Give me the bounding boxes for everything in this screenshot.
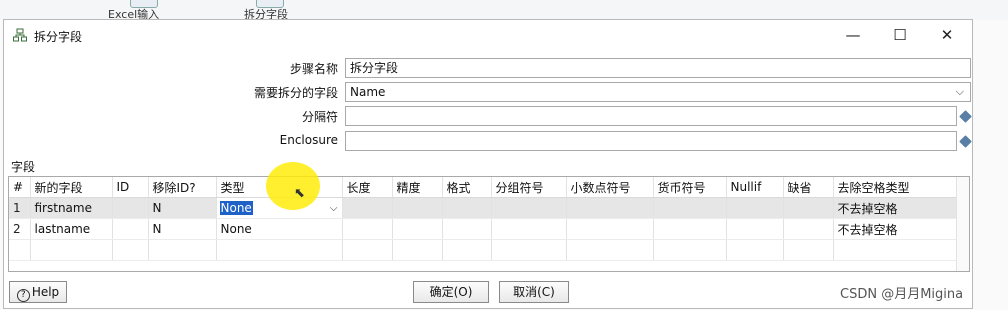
step-name-input[interactable]: 拆分字段 [345,58,971,78]
vertical-scrollbar[interactable] [956,177,969,271]
help-button-label: Help [31,285,60,299]
title-bar: 拆分字段 — ☐ ✕ [4,20,972,50]
remove-id-cell[interactable]: N [148,197,217,219]
precision-cell[interactable] [392,197,443,219]
enclosure-input[interactable] [345,131,957,151]
row-number[interactable]: 1 [9,197,31,219]
format-cell[interactable] [442,218,492,240]
id-cell[interactable] [112,218,149,240]
nullif-cell[interactable] [726,218,784,240]
column-header-format[interactable]: 格式 [442,177,492,198]
column-header-remove-id[interactable]: 移除ID? [148,177,217,198]
id-cell[interactable] [112,197,149,219]
table-header-row: # 新的字段 ID 移除ID? 类型 长度 精度 格式 分组符号 小数点符号 货… [9,177,958,198]
table-row[interactable]: 1 firstname N None ⌵ 不去掉空格 [9,197,958,219]
column-header-decimal-symbol[interactable]: 小数点符号 [566,177,654,198]
type-cell[interactable]: None [216,218,343,240]
maximize-button[interactable]: ☐ [877,22,923,48]
variable-icon[interactable] [959,110,972,123]
new-field-cell[interactable]: lastname [30,218,113,240]
decimal-cell[interactable] [566,197,654,219]
remove-id-cell[interactable]: N [148,218,217,240]
type-selected-value[interactable]: None [219,201,253,215]
column-header-new-field[interactable]: 新的字段 [30,177,113,198]
mouse-pointer-icon: ⬉ [294,186,305,201]
split-field-dialog: 拆分字段 — ☐ ✕ 步骤名称 拆分字段 需要拆分的字段 Name ⌵ 分隔符 … [3,19,973,309]
delimiter-input[interactable] [345,106,957,126]
column-header-nullif[interactable]: Nullif [726,177,784,198]
fields-section-label: 字段 [11,160,36,174]
variable-icon[interactable] [959,135,972,148]
column-header-id[interactable]: ID [112,177,149,198]
dialog-title: 拆分字段 [34,30,83,44]
chevron-down-icon[interactable]: ⌵ [330,203,341,214]
column-header-number[interactable]: # [9,177,31,198]
nullif-cell[interactable] [726,197,784,219]
chevron-down-icon[interactable]: ⌵ [956,83,964,101]
table-row[interactable]: 2 lastname N None 不去掉空格 [9,218,958,240]
ok-button[interactable]: 确定(O) [413,281,489,303]
cursor-highlight [266,162,320,210]
grouping-cell[interactable] [491,197,567,219]
delimiter-label: 分隔符 [301,110,338,124]
format-cell[interactable] [442,197,492,219]
default-cell[interactable] [783,218,834,240]
field-to-split-label: 需要拆分的字段 [253,86,338,100]
decimal-cell[interactable] [566,218,654,240]
column-header-default[interactable]: 缺省 [783,177,834,198]
column-header-currency-symbol[interactable]: 货币符号 [653,177,727,198]
minimize-button[interactable]: — [830,22,876,48]
help-icon: ? [16,289,30,302]
length-cell[interactable] [342,218,393,240]
field-to-split-value: Name [350,85,386,99]
precision-cell[interactable] [392,218,443,240]
enclosure-label: Enclosure [279,133,338,147]
length-cell[interactable] [342,197,393,219]
cancel-button[interactable]: 取消(C) [499,281,569,303]
default-cell[interactable] [783,197,834,219]
row-number[interactable]: 2 [9,218,31,240]
fields-table: # 新的字段 ID 移除ID? 类型 长度 精度 格式 分组符号 小数点符号 货… [8,176,970,272]
help-button[interactable]: ? Help [9,281,67,303]
background-canvas: Excel输入 拆分字段 [0,0,1008,21]
column-header-grouping-symbol[interactable]: 分组符号 [491,177,567,198]
grouping-cell[interactable] [491,218,567,240]
trim-type-cell[interactable]: 不去掉空格 [833,218,958,240]
column-header-precision[interactable]: 精度 [392,177,443,198]
trim-type-cell[interactable]: 不去掉空格 [833,197,958,219]
split-field-icon [13,28,27,42]
currency-cell[interactable] [653,197,727,219]
watermark-text: CSDN @月月Migina [840,287,964,302]
step-name-label: 步骤名称 [289,62,338,76]
close-button[interactable]: ✕ [924,22,970,48]
field-to-split-select[interactable]: Name ⌵ [345,82,971,102]
column-header-length[interactable]: 长度 [342,177,393,198]
empty-row [9,239,958,261]
currency-cell[interactable] [653,218,727,240]
column-header-trim-type[interactable]: 去除空格类型 [833,177,958,198]
new-field-cell[interactable]: firstname [30,197,113,219]
